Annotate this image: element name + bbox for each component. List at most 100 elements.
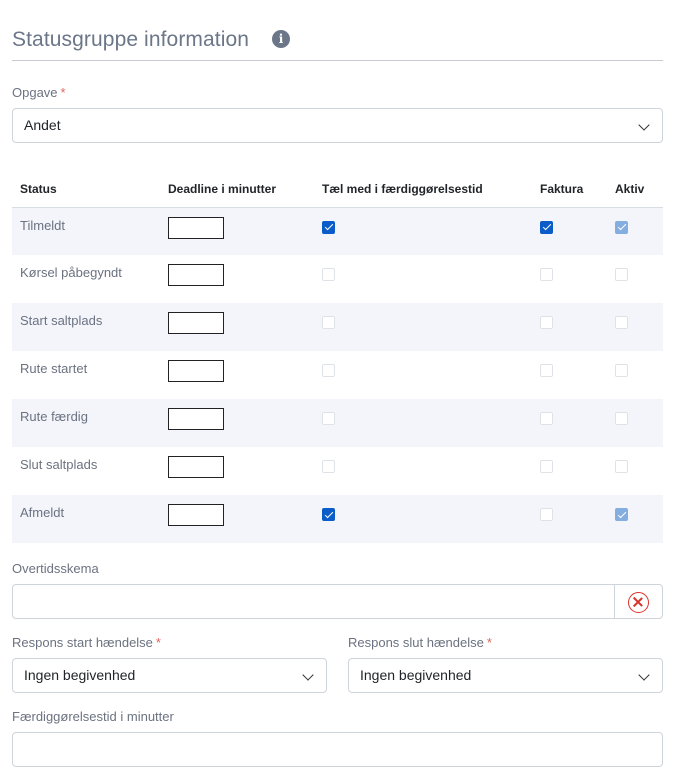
faktura-cell — [532, 255, 607, 303]
respons-slut-label: Respons slut hændelse * — [348, 635, 492, 650]
status-name: Rute startet — [20, 361, 88, 376]
count-completion-checkbox[interactable] — [322, 508, 335, 521]
aktiv-checkbox[interactable] — [615, 412, 628, 425]
section-title: Statusgruppe information — [12, 28, 250, 51]
count-completion-checkbox[interactable] — [322, 412, 335, 425]
count-completion-cell — [314, 447, 532, 495]
status-name: Rute færdig — [12, 399, 160, 447]
required-mark: * — [486, 635, 492, 650]
overtid-input[interactable] — [12, 584, 615, 619]
faktura-checkbox[interactable] — [540, 316, 553, 329]
aktiv-cell — [607, 207, 663, 255]
column-header-aktiv: Aktiv — [607, 172, 663, 208]
respons-start-value: Ingen begivenhed — [24, 667, 136, 683]
aktiv-cell — [607, 447, 663, 495]
column-header-faktura: Faktura — [532, 172, 607, 208]
aktiv-cell — [607, 495, 663, 543]
deadline-cell — [160, 255, 314, 303]
table-row: Start saltplads — [12, 303, 663, 351]
deadline-input[interactable] — [168, 408, 224, 430]
deadline-cell — [160, 399, 314, 447]
deadline-input[interactable] — [168, 216, 224, 239]
count-completion-checkbox[interactable] — [322, 268, 335, 281]
count-completion-checkbox[interactable] — [322, 316, 335, 329]
section-header: Statusgruppe information i — [12, 28, 663, 61]
faktura-checkbox[interactable] — [540, 220, 553, 234]
respons-slut-select[interactable]: Ingen begivenhed — [348, 658, 663, 693]
count-completion-cell — [314, 495, 532, 543]
faktura-checkbox[interactable] — [540, 268, 553, 281]
overtid-label: Overtidsskema — [12, 561, 99, 576]
count-completion-checkbox[interactable] — [322, 220, 335, 234]
table-row: Afmeldt — [12, 495, 663, 543]
count-completion-cell — [314, 351, 532, 399]
faktura-cell — [532, 447, 607, 495]
faktura-cell — [532, 303, 607, 351]
deadline-cell — [160, 351, 314, 399]
faktura-checkbox[interactable] — [540, 364, 553, 377]
aktiv-checkbox[interactable] — [615, 268, 628, 281]
completion-time-input[interactable] — [12, 732, 663, 767]
table-row: Rute startet — [12, 351, 663, 399]
deadline-input[interactable] — [168, 504, 224, 526]
aktiv-checkbox[interactable] — [615, 508, 628, 521]
status-name: Afmeldt — [12, 495, 160, 543]
completion-time-label: Færdiggørelsestid i minutter — [12, 709, 174, 724]
deadline-input[interactable] — [168, 360, 224, 382]
deadline-cell — [160, 207, 314, 255]
deadline-input[interactable] — [168, 264, 224, 286]
count-completion-cell — [314, 255, 532, 303]
opgave-select[interactable]: Andet — [12, 108, 663, 143]
table-header-row: Status Deadline i minutter Tæl med i fær… — [12, 172, 663, 208]
aktiv-cell — [607, 303, 663, 351]
deadline-cell — [160, 303, 314, 351]
required-mark: * — [60, 85, 66, 100]
status-name: Kørsel påbegyndt — [20, 265, 122, 280]
overtid-clear-button[interactable] — [614, 584, 663, 619]
opgave-select-value: Andet — [24, 117, 61, 133]
deadline-cell — [160, 447, 314, 495]
aktiv-cell — [607, 399, 663, 447]
aktiv-checkbox[interactable] — [615, 316, 628, 329]
count-completion-cell — [314, 207, 532, 255]
aktiv-checkbox[interactable] — [615, 220, 628, 234]
respons-start-label: Respons start hændelse * — [12, 635, 161, 650]
count-completion-cell — [314, 399, 532, 447]
column-header-deadline: Deadline i minutter — [160, 172, 314, 208]
aktiv-cell — [607, 255, 663, 303]
faktura-checkbox[interactable] — [540, 508, 553, 521]
info-icon[interactable]: i — [272, 30, 290, 48]
count-completion-checkbox[interactable] — [322, 460, 335, 473]
required-mark: * — [155, 635, 161, 650]
table-row: Slut saltplads — [12, 447, 663, 495]
table-row: Kørsel påbegyndt — [12, 255, 663, 303]
count-completion-checkbox[interactable] — [322, 364, 335, 377]
faktura-cell — [532, 399, 607, 447]
aktiv-checkbox[interactable] — [615, 364, 628, 377]
faktura-cell — [532, 495, 607, 543]
respons-start-select[interactable]: Ingen begivenhed — [12, 658, 327, 693]
status-table: Status Deadline i minutter Tæl med i fær… — [12, 172, 663, 543]
table-row: Rute færdig — [12, 399, 663, 447]
status-name: Tilmeldt — [12, 207, 160, 255]
faktura-checkbox[interactable] — [540, 460, 553, 473]
column-header-status: Status — [12, 172, 160, 208]
chevron-down-icon — [638, 669, 650, 681]
respons-slut-value: Ingen begivenhed — [360, 667, 472, 683]
status-name: Slut saltplads — [20, 457, 98, 472]
faktura-cell — [532, 207, 607, 255]
faktura-checkbox[interactable] — [540, 412, 553, 425]
column-header-count-completion: Tæl med i færdiggørelsestid — [314, 172, 532, 208]
faktura-cell — [532, 351, 607, 399]
count-completion-cell — [314, 303, 532, 351]
aktiv-checkbox[interactable] — [615, 460, 628, 473]
deadline-cell — [160, 495, 314, 543]
deadline-input[interactable] — [168, 312, 224, 334]
deadline-input[interactable] — [168, 456, 224, 478]
opgave-label: Opgave * — [12, 85, 66, 100]
clear-circle-x-icon — [628, 592, 649, 613]
status-name: Start saltplads — [12, 303, 160, 351]
chevron-down-icon — [302, 669, 314, 681]
chevron-down-icon — [638, 119, 650, 131]
aktiv-cell — [607, 351, 663, 399]
